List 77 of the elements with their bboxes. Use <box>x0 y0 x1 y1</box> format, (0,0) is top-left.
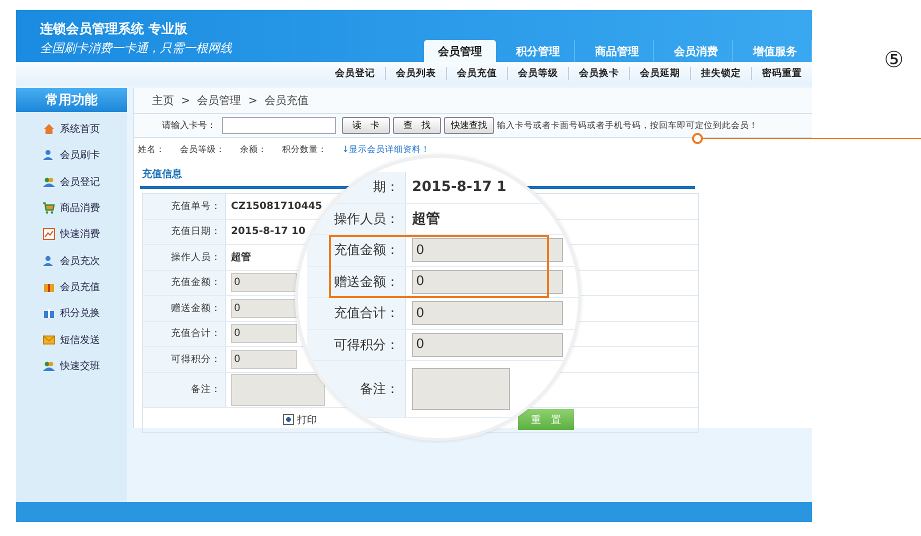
house-icon <box>43 123 55 136</box>
input-field[interactable]: 0 <box>231 350 297 369</box>
sidebar-link[interactable]: 会员充值 <box>60 280 100 294</box>
input-field[interactable]: 0 <box>412 238 563 262</box>
field-label: 充值金额： <box>334 242 399 260</box>
input-field[interactable]: 0 <box>412 301 563 326</box>
breadcrumb-item[interactable]: 主页 <box>152 93 174 108</box>
person-icon <box>43 149 55 162</box>
field-label: 充值日期： <box>143 220 226 244</box>
checkbox[interactable] <box>283 414 294 425</box>
search-button[interactable]: 快速查找 <box>444 117 494 134</box>
member-info-label: 余额： <box>240 144 267 156</box>
submenu-link[interactable]: 会员延期 <box>629 67 690 80</box>
submenu-link[interactable]: 会员充值 <box>446 67 507 80</box>
field-label: 可得积分： <box>143 347 226 372</box>
member-info-label: 积分数量： <box>282 144 327 156</box>
nav-tab[interactable]: 会员管理 <box>424 40 496 62</box>
notes-field[interactable] <box>412 368 510 410</box>
submenu-link[interactable]: 密码重置 <box>751 67 812 80</box>
card-number-field[interactable] <box>222 117 336 134</box>
search-hint: 输入卡号或者卡面号码或者手机号码，按回车即可定位到此会员！ <box>497 120 758 132</box>
breadcrumb-separator: > <box>181 94 190 107</box>
sidebar-link[interactable]: 快速消费 <box>60 227 100 242</box>
input-field[interactable]: 0 <box>231 324 297 344</box>
submenu-link[interactable]: 会员换卡 <box>568 67 629 80</box>
breadcrumb-item[interactable]: 会员管理 <box>197 93 242 108</box>
field-label: 充值合计： <box>143 322 226 346</box>
cart-icon <box>43 202 55 214</box>
people-icon <box>43 176 55 188</box>
breadcrumb-item[interactable]: 会员充值 <box>264 93 308 108</box>
notes-field[interactable] <box>231 374 325 406</box>
member-info-label: 姓名： <box>138 144 165 156</box>
sidebar-link[interactable]: 积分兑换 <box>60 306 100 320</box>
search-button[interactable]: 读 卡 <box>342 117 390 134</box>
member-details-link[interactable]: ↓显示会员详细资料！ <box>342 144 430 156</box>
input-field[interactable]: 0 <box>412 332 563 357</box>
submenu-link[interactable]: 会员列表 <box>385 67 446 80</box>
member-info-label: 会员等级： <box>180 144 225 156</box>
field-value: CZ15081710445 <box>231 200 322 212</box>
field-label: 备注： <box>143 372 226 406</box>
field-label: 充值合计： <box>334 305 399 322</box>
field-value: 超管 <box>412 210 440 228</box>
field-label: 充值单号： <box>143 194 226 218</box>
search-button[interactable]: 查 找 <box>393 117 441 134</box>
field-value: 超管 <box>231 250 251 264</box>
field-label: 操作人员： <box>143 245 226 270</box>
sidebar-link[interactable]: 系统首页 <box>60 122 100 136</box>
submenu-link[interactable]: 挂失锁定 <box>690 67 751 80</box>
app-title: 连锁会员管理系统 专业版 <box>40 20 189 38</box>
breadcrumb-separator: > <box>248 94 258 107</box>
sidebar-title: 常用功能 <box>16 88 127 112</box>
sidebar-link[interactable]: 快速交班 <box>60 358 100 373</box>
card-number-label: 请输入卡号： <box>162 120 216 132</box>
field-label: 赠送金额： <box>334 274 399 291</box>
sidebar-link[interactable]: 短信发送 <box>60 332 100 347</box>
chart-icon <box>43 228 55 240</box>
input-field[interactable]: 0 <box>412 270 563 294</box>
sidebar-link[interactable]: 会员刷卡 <box>60 148 100 162</box>
submenu-link[interactable]: 会员登记 <box>325 67 385 80</box>
submenu-link[interactable]: 会员等级 <box>507 67 568 80</box>
field-label: 操作人员： <box>334 210 399 228</box>
field-value: 2015-8-17 10 <box>231 226 306 238</box>
sidebar-link[interactable]: 商品消费 <box>60 201 100 216</box>
people-icon <box>43 360 55 372</box>
field-label: 充值金额： <box>143 270 226 295</box>
sidebar-link[interactable]: 会员登记 <box>60 174 100 189</box>
field-label: 可得积分： <box>334 336 399 354</box>
field-label: 备注： <box>360 381 399 398</box>
input-field[interactable]: 0 <box>231 273 297 292</box>
sidebar-link[interactable]: 会员充次 <box>60 254 100 268</box>
mail-icon <box>43 334 55 346</box>
print-label: 打印 <box>297 414 317 426</box>
input-field[interactable]: 0 <box>231 298 297 318</box>
step-number: ⑤ <box>884 48 904 73</box>
slogan: 全国刷卡消费一卡通，只需一根网线 <box>40 40 232 57</box>
person-icon <box>43 254 55 267</box>
field-label: 赠送金额： <box>143 296 226 320</box>
